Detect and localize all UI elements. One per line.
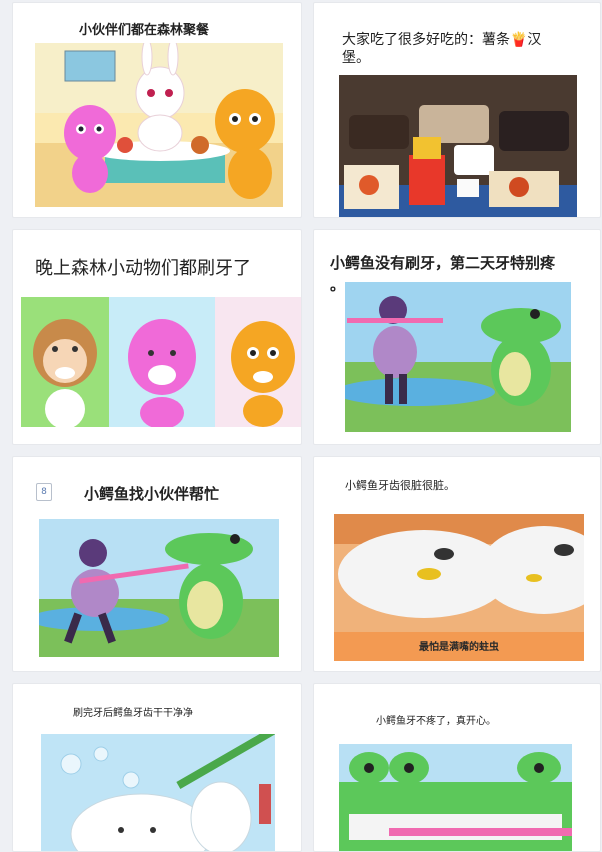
card-caption: 小鳄鱼牙齿很脏很脏。 (345, 479, 455, 492)
card-caption-line-1: 大家吃了很多好吃的：薯条🍟汉 (342, 32, 542, 48)
story-card-6[interactable]: 小鳄鱼牙齿很脏很脏。 最怕是满嘴的蛀虫 (313, 456, 601, 672)
story-card-2[interactable]: 大家吃了很多好吃的：薯条🍟汉 堡。 (313, 2, 601, 218)
crocodile-toothache-image[interactable] (345, 282, 571, 432)
card-caption-line-2: 。 (330, 276, 346, 294)
card-caption: 刷完牙后鳄鱼牙齿干干净净 (73, 708, 193, 719)
card-caption-line-1: 小鳄鱼没有刷牙，第二天牙特别疼 (330, 254, 556, 272)
story-card-5[interactable]: 8 小鳄鱼找小伙伴帮忙 (12, 456, 302, 672)
clean-teeth-image[interactable] (41, 734, 275, 851)
card-caption: 小伙伴们都在森林聚餐 (79, 23, 210, 38)
happy-crocodile-image[interactable] (339, 744, 572, 851)
burger-fries-photo[interactable] (339, 75, 577, 217)
card-caption-line-2: 堡。 (342, 50, 370, 66)
story-grid: 小伙伴们都在森林聚餐 大家吃了很多好吃的：薯条🍟汉 堡。 晚上森林小动物们都刷牙… (0, 0, 602, 852)
card-caption: 小鳄鱼牙不疼了，真开心。 (376, 716, 496, 727)
story-card-4[interactable]: 小鳄鱼没有刷牙，第二天牙特别疼 。 (313, 229, 601, 445)
story-card-1[interactable]: 小伙伴们都在森林聚餐 (12, 2, 302, 218)
story-card-3[interactable]: 晚上森林小动物们都刷牙了 (12, 229, 302, 445)
animals-brushing-image[interactable] (21, 297, 301, 427)
crocodile-asks-for-help-image[interactable] (39, 519, 279, 657)
video-subtitle: 最怕是满嘴的蛀虫 (419, 642, 499, 653)
card-caption: 小鳄鱼找小伙伴帮忙 (84, 485, 220, 503)
card-caption: 晚上森林小动物们都刷牙了 (35, 258, 251, 279)
checkbox-icon[interactable]: 8 (36, 483, 52, 501)
forest-dinner-image[interactable] (35, 43, 283, 207)
story-card-8[interactable]: 小鳄鱼牙不疼了，真开心。 (313, 683, 601, 852)
dirty-teeth-image[interactable]: 最怕是满嘴的蛀虫 (334, 514, 584, 661)
story-card-7[interactable]: 刷完牙后鳄鱼牙齿干干净净 (12, 683, 302, 852)
